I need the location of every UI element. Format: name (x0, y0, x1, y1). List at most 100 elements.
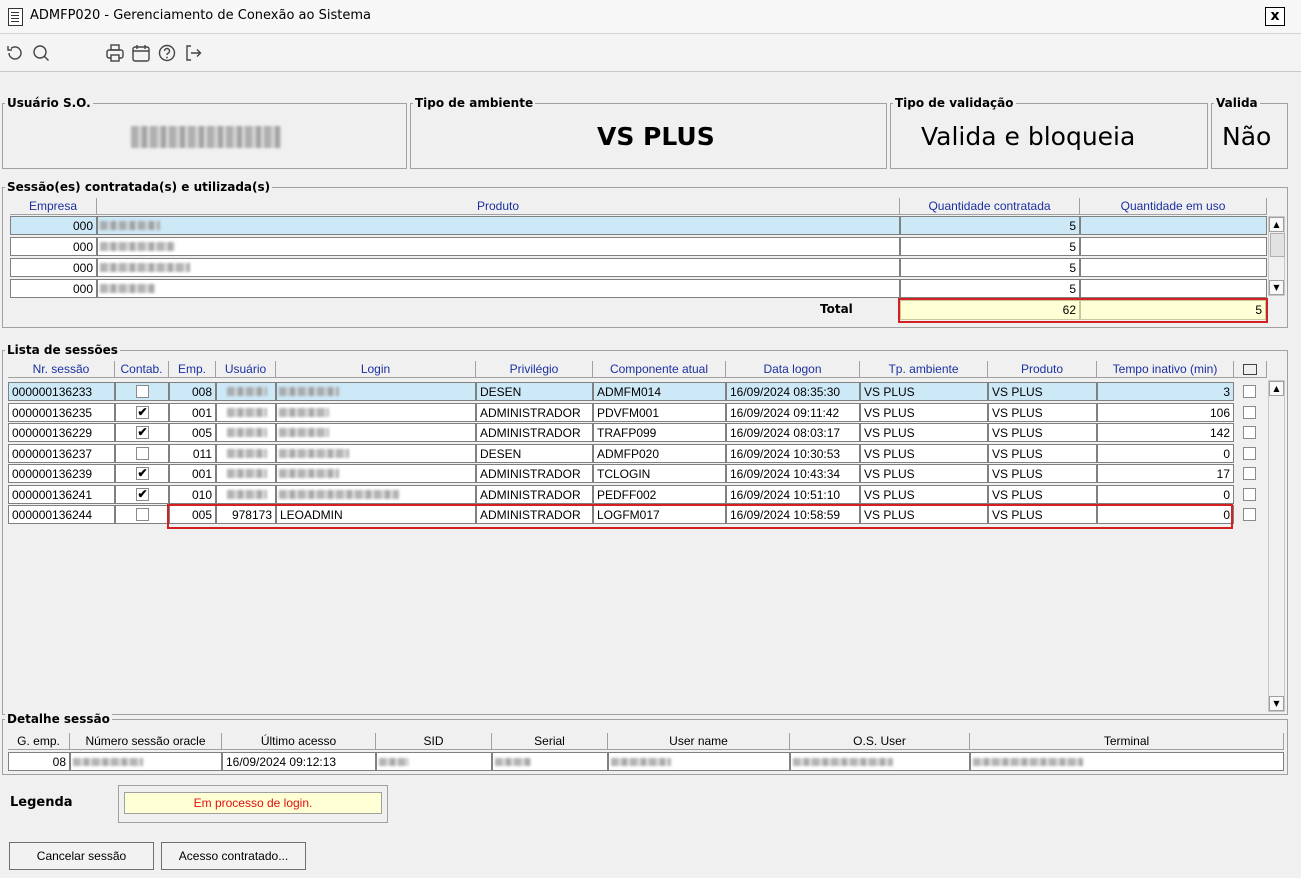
col-usuario[interactable]: Usuário (216, 361, 276, 378)
scroll-up-arrow[interactable]: ▲ (1269, 217, 1284, 232)
calendar-icon[interactable] (130, 42, 152, 64)
session-privilegio[interactable]: ADMINISTRADOR (476, 423, 593, 442)
contract-uso[interactable] (1080, 237, 1267, 256)
session-emp[interactable]: 001 (169, 402, 216, 422)
session-tempo-inativo[interactable]: 0 (1097, 484, 1234, 504)
session-privilegio[interactable]: ADMINISTRADOR (476, 484, 593, 504)
contract-empresa[interactable]: 000 (10, 216, 97, 235)
session-login[interactable] (276, 382, 476, 401)
col-nr-sessao[interactable]: Nr. sessão (8, 361, 115, 378)
cancelar-sessao-button[interactable]: Cancelar sessão (9, 842, 154, 870)
session-emp[interactable]: 011 (169, 443, 216, 463)
session-select-checkbox[interactable] (1243, 467, 1256, 480)
session-tp-ambiente[interactable]: VS PLUS (860, 382, 988, 401)
session-produto[interactable]: VS PLUS (988, 443, 1097, 463)
session-tempo-inativo[interactable]: 142 (1097, 423, 1234, 442)
session-data-logon[interactable]: 16/09/2024 08:35:30 (726, 382, 860, 401)
session-tp-ambiente[interactable]: VS PLUS (860, 443, 988, 463)
col-user-name[interactable]: User name (608, 733, 790, 750)
col-tempo-inativo[interactable]: Tempo inativo (min) (1097, 361, 1234, 378)
session-select-checkbox[interactable] (1243, 446, 1256, 460)
contab-checkbox[interactable] (136, 446, 149, 460)
sessions-scroll-down[interactable]: ▼ (1269, 696, 1284, 711)
contract-quantidade[interactable]: 5 (900, 258, 1080, 277)
session-contab-cell[interactable] (115, 505, 169, 524)
session-contab-cell[interactable]: ✔ (115, 484, 169, 504)
session-componente[interactable]: ADMFM014 (593, 382, 726, 401)
contract-empresa[interactable]: 000 (10, 237, 97, 256)
col-terminal[interactable]: Terminal (970, 733, 1284, 750)
exit-icon[interactable] (182, 42, 204, 64)
contab-checkbox[interactable]: ✔ (136, 487, 149, 501)
contab-checkbox[interactable]: ✔ (136, 426, 149, 439)
session-tempo-inativo[interactable]: 17 (1097, 464, 1234, 483)
session-emp[interactable]: 008 (169, 382, 216, 401)
session-data-logon[interactable]: 16/09/2024 09:11:42 (726, 402, 860, 422)
session-usuario[interactable] (216, 402, 276, 422)
col-contab[interactable]: Contab. (115, 361, 169, 378)
select-all-checkbox[interactable] (1243, 364, 1257, 375)
session-privilegio[interactable]: ADMINISTRADOR (476, 464, 593, 483)
session-tempo-inativo[interactable]: 3 (1097, 382, 1234, 401)
col-tp-ambiente[interactable]: Tp. ambiente (860, 361, 988, 378)
session-data-logon[interactable]: 16/09/2024 08:03:17 (726, 423, 860, 442)
col-quantidade-uso[interactable]: Quantidade em uso (1080, 198, 1267, 215)
session-nr[interactable]: 000000136235 (8, 402, 115, 422)
contract-produto[interactable] (97, 237, 900, 256)
col-select-all[interactable] (1234, 361, 1267, 378)
session-componente[interactable]: TCLOGIN (593, 464, 726, 483)
session-nr[interactable]: 000000136233 (8, 382, 115, 401)
session-componente[interactable]: ADMFP020 (593, 443, 726, 463)
session-produto[interactable]: VS PLUS (988, 382, 1097, 401)
session-tempo-inativo[interactable]: 106 (1097, 402, 1234, 422)
col-produto[interactable]: Produto (97, 198, 900, 215)
session-privilegio[interactable]: DESEN (476, 382, 593, 401)
col-sid[interactable]: SID (376, 733, 492, 750)
col-os-user[interactable]: O.S. User (790, 733, 970, 750)
session-select-checkbox[interactable] (1243, 487, 1256, 501)
session-emp[interactable]: 010 (169, 484, 216, 504)
session-nr[interactable]: 000000136244 (8, 505, 115, 524)
session-usuario[interactable] (216, 464, 276, 483)
close-button[interactable]: x (1265, 7, 1285, 26)
session-emp[interactable]: 001 (169, 464, 216, 483)
contab-checkbox[interactable]: ✔ (136, 467, 149, 480)
session-nr[interactable]: 000000136241 (8, 484, 115, 504)
contab-checkbox[interactable]: ✔ (136, 405, 149, 419)
contract-produto[interactable] (97, 279, 900, 298)
col-g-emp[interactable]: G. emp. (8, 733, 70, 750)
col-privilegio[interactable]: Privilégio (476, 361, 593, 378)
session-nr[interactable]: 000000136237 (8, 443, 115, 463)
col-numero-sessao-oracle[interactable]: Número sessão oracle (70, 733, 222, 750)
search-icon[interactable] (30, 42, 52, 64)
contract-produto[interactable] (97, 216, 900, 235)
scroll-thumb[interactable] (1270, 233, 1285, 257)
sessions-scrollbar[interactable]: ▲ ▼ (1268, 380, 1285, 712)
session-contab-cell[interactable]: ✔ (115, 402, 169, 422)
session-tp-ambiente[interactable]: VS PLUS (860, 484, 988, 504)
col-emp[interactable]: Emp. (169, 361, 216, 378)
session-data-logon[interactable]: 16/09/2024 10:30:53 (726, 443, 860, 463)
session-produto[interactable]: VS PLUS (988, 484, 1097, 504)
session-usuario[interactable] (216, 423, 276, 442)
session-contab-cell[interactable] (115, 443, 169, 463)
session-data-logon[interactable]: 16/09/2024 10:51:10 (726, 484, 860, 504)
acesso-contratado-button[interactable]: Acesso contratado... (161, 842, 306, 870)
contract-scrollbar[interactable]: ▲ ▼ (1268, 216, 1285, 296)
contract-empresa[interactable]: 000 (10, 258, 97, 277)
col-serial[interactable]: Serial (492, 733, 608, 750)
session-usuario[interactable] (216, 484, 276, 504)
contract-empresa[interactable]: 000 (10, 279, 97, 298)
col-produto-lista[interactable]: Produto (988, 361, 1097, 378)
contract-quantidade[interactable]: 5 (900, 216, 1080, 235)
session-contab-cell[interactable]: ✔ (115, 423, 169, 442)
col-quantidade-contratada[interactable]: Quantidade contratada (900, 198, 1080, 215)
session-componente[interactable]: PEDFF002 (593, 484, 726, 504)
col-ultimo-acesso[interactable]: Último acesso (222, 733, 376, 750)
session-select-checkbox[interactable] (1243, 405, 1256, 419)
session-contab-cell[interactable] (115, 382, 169, 401)
session-login[interactable] (276, 402, 476, 422)
session-tempo-inativo[interactable]: 0 (1097, 443, 1234, 463)
session-tp-ambiente[interactable]: VS PLUS (860, 402, 988, 422)
contract-quantidade[interactable]: 5 (900, 279, 1080, 298)
